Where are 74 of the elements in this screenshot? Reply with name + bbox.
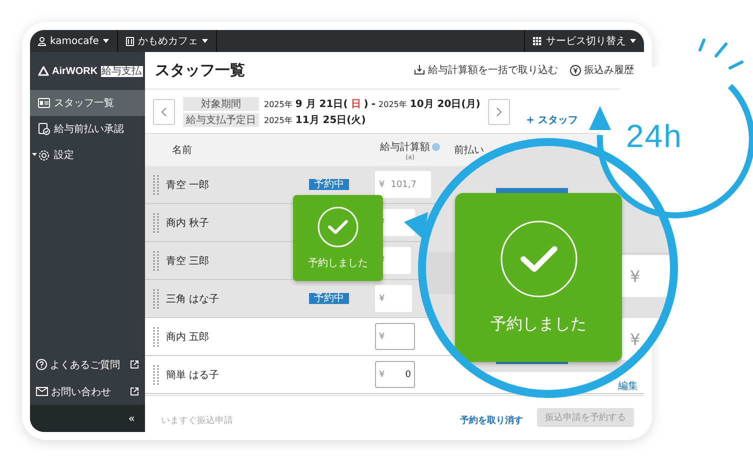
column-header: 給与計算額: [380, 140, 440, 154]
grid-icon: [533, 36, 542, 46]
check-circle-icon: [500, 220, 578, 298]
collapse-button[interactable]: «: [30, 405, 145, 432]
staff-name: 商内 秋子: [165, 216, 210, 230]
chevron-left-icon: [161, 106, 167, 116]
column-header: 名前: [172, 144, 192, 157]
drag-handle-icon: [153, 364, 159, 384]
yen-circle-icon: [570, 64, 581, 76]
staff-name: 商内 五郎: [165, 330, 210, 344]
drag-handle-icon: [153, 250, 159, 270]
logo-badge: 給与支払: [100, 66, 143, 76]
toast-message: 予約しました: [490, 314, 586, 335]
staff-name: 三角 はな子: [165, 292, 220, 306]
sidebar-item[interactable]: スタッフ一覧: [30, 90, 145, 116]
column-header: 前払い: [454, 144, 484, 157]
rays-drawing: [698, 38, 744, 70]
amount-field[interactable]: ¥ 101,7: [375, 171, 431, 198]
staff-name: 青空 一郎: [165, 178, 210, 192]
chevron-right-icon: [496, 106, 502, 116]
sidebar-link[interactable]: よくあるご質問: [30, 351, 145, 378]
year-text: 2025年: [264, 98, 292, 110]
date-text: 9 月 21日(: [295, 98, 348, 110]
caret-icon: [102, 39, 109, 43]
service-switch-menu[interactable]: サービス切り替え: [524, 30, 644, 52]
staff-name: 青空 三郎: [165, 254, 210, 268]
previous-button[interactable]: [153, 98, 175, 124]
gear-icon: [32, 150, 50, 160]
separator-text: -: [371, 98, 376, 110]
external-link-icon: [130, 360, 139, 369]
cancel-link[interactable]: 予約を取り消す: [460, 414, 523, 427]
footer-hint: いますぐ振込申請: [161, 414, 233, 427]
weekday-text: 日: [350, 98, 361, 110]
logo-icon: [38, 66, 49, 76]
page-title: スタッフ一覧: [155, 60, 245, 80]
staff-name: 簡単 はる子: [165, 368, 220, 382]
drag-handle-icon: [153, 174, 159, 194]
user-icon: [38, 36, 46, 46]
next-button[interactable]: [488, 98, 510, 124]
amount-field[interactable]: ¥: [375, 285, 412, 312]
header-action[interactable]: 給与計算額を一括で取り込む: [414, 63, 558, 77]
add-staff-link[interactable]: + スタッフ: [526, 113, 578, 127]
download-icon: [414, 65, 425, 75]
toast-message: 予約しました: [308, 257, 368, 270]
date-text: 10月 20日(月): [410, 98, 480, 110]
date-text: 11月 25日(火): [295, 114, 366, 126]
year-text: 2025年: [264, 114, 292, 126]
amount-field[interactable]: ¥: [375, 323, 415, 350]
drag-handle-icon: [153, 288, 159, 308]
drag-handle-icon: [153, 212, 159, 232]
date-text: ): [364, 98, 368, 110]
period-label: 対象期間: [183, 96, 259, 110]
building-icon: [126, 36, 134, 46]
check-circle-icon: [317, 206, 359, 248]
caret-icon: [202, 39, 208, 43]
caret-icon: [630, 39, 636, 43]
id-card-icon: [38, 98, 50, 108]
sidebar-link[interactable]: お問い合わせ: [30, 378, 145, 405]
header-action[interactable]: 振込み履歴: [570, 63, 634, 77]
clock-label: 24h: [626, 118, 682, 155]
year-text: 2025年: [378, 98, 407, 110]
amount-field[interactable]: ¥ 0: [375, 361, 415, 388]
payday-label: 給与支払予定日: [183, 112, 259, 126]
sidebar-item[interactable]: 給与前払い承認: [30, 116, 145, 142]
external-link-icon: [130, 387, 139, 396]
help-icon: [36, 359, 47, 370]
mail-icon: [36, 387, 48, 396]
logo-text: AirWORK: [52, 66, 98, 76]
status-badge: 予約中: [309, 293, 349, 304]
document-check-icon: [38, 123, 50, 135]
sidebar-item[interactable]: 設定: [30, 142, 145, 168]
edit-link[interactable]: 編集: [618, 379, 638, 393]
drag-handle-icon: [153, 326, 159, 346]
status-badge: 予約中: [309, 179, 349, 190]
